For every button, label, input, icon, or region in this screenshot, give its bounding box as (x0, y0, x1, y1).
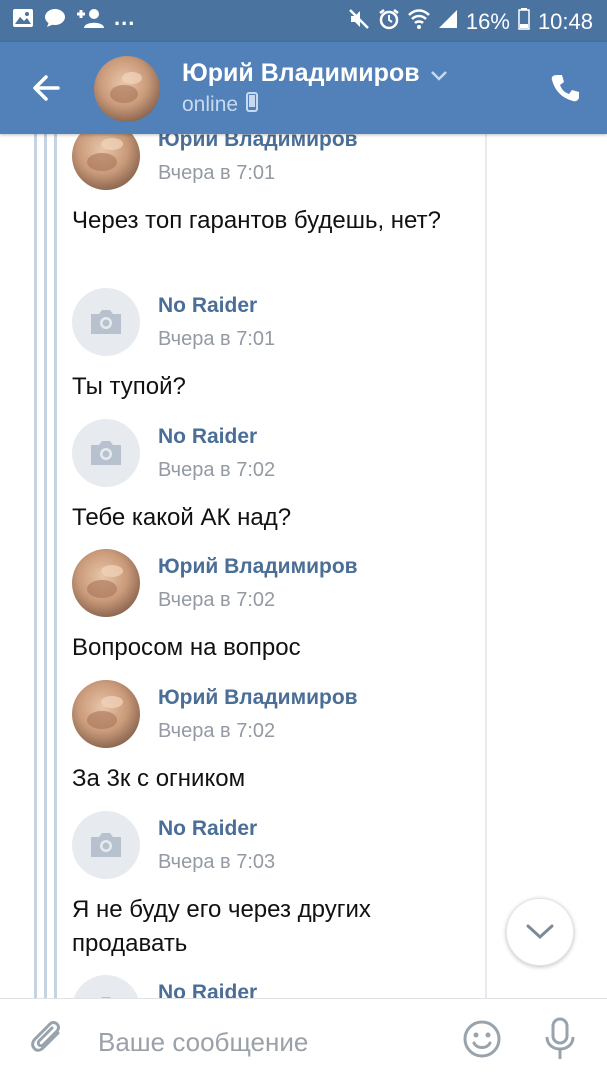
scroll-to-bottom-button[interactable] (506, 898, 574, 966)
sender-avatar[interactable] (72, 811, 140, 879)
sender-name[interactable]: No Raider (158, 981, 257, 998)
chevron-down-icon (526, 924, 554, 940)
message-input[interactable] (96, 1019, 440, 1065)
message-text: Я не буду его через других продавать (72, 896, 371, 957)
message-list[interactable]: Юрий Владимиров Вчера в 7:01 Через топ г… (0, 134, 607, 998)
message-text: Вопросом на вопрос (72, 634, 301, 661)
sender-avatar[interactable] (72, 549, 140, 617)
sender-name[interactable]: No Raider (158, 294, 257, 318)
voice-message-button[interactable] (542, 1017, 578, 1061)
sender-name[interactable]: No Raider (158, 817, 257, 841)
system-indicators: 16% 10:48 (348, 8, 593, 36)
alarm-icon (378, 8, 400, 36)
message-timestamp: Вчера в 7:02 (158, 459, 276, 481)
message-item[interactable]: Юрий Владимиров Вчера в 7:01 Через топ г… (72, 134, 482, 238)
sender-name[interactable]: No Raider (158, 425, 257, 449)
attach-button[interactable] (28, 1021, 68, 1061)
sender-name[interactable]: Юрий Владимиров (158, 555, 358, 579)
wifi-icon (408, 9, 430, 35)
forwarded-block-border (485, 134, 487, 998)
online-status-text: online (182, 93, 239, 116)
message-item[interactable]: Юрий Владимиров Вчера в 7:02 За 3к с огн… (72, 680, 482, 796)
contact-name: Юрий Владимиров (182, 59, 420, 87)
sender-avatar[interactable] (72, 134, 140, 190)
message-text: Через топ гарантов будешь, нет? (72, 207, 441, 234)
message-composer (0, 998, 607, 1081)
chevron-down-icon (430, 60, 448, 89)
chat-bubble-icon (44, 8, 66, 33)
battery-icon (518, 8, 530, 36)
mute-icon (348, 8, 370, 36)
back-arrow-icon (33, 75, 60, 101)
sender-avatar[interactable] (72, 288, 140, 356)
microphone-icon (545, 1017, 575, 1059)
signal-icon (438, 9, 458, 35)
forwarded-message-indicator (34, 134, 62, 998)
emoji-button[interactable] (462, 1019, 502, 1059)
camera-placeholder-icon (91, 310, 121, 334)
gallery-icon (12, 8, 34, 33)
message-timestamp: Вчера в 7:01 (158, 162, 276, 184)
message-text: Тебе какой АК над? (72, 504, 292, 531)
sender-name[interactable]: Юрий Владимиров (158, 686, 358, 710)
message-timestamp: Вчера в 7:02 (158, 589, 276, 611)
message-item[interactable]: No Raider (72, 975, 482, 998)
phone-icon (551, 75, 579, 102)
sender-avatar[interactable] (72, 419, 140, 487)
message-item[interactable]: No Raider Вчера в 7:01 Ты тупой? (72, 288, 482, 404)
notification-icons: ... (12, 4, 136, 33)
message-item[interactable]: No Raider Вчера в 7:03 Я не буду его чер… (72, 811, 482, 961)
message-timestamp: Вчера в 7:02 (158, 720, 276, 742)
status-bar: ... 16% 10:48 (0, 0, 607, 42)
message-text: Ты тупой? (72, 373, 186, 400)
message-item[interactable]: No Raider Вчера в 7:02 Тебе какой АК над… (72, 419, 482, 535)
more-notifications-indicator: ... (114, 4, 136, 30)
call-button[interactable] (549, 72, 581, 104)
mobile-device-icon (246, 92, 259, 118)
back-button[interactable] (26, 68, 66, 108)
paperclip-icon (31, 1021, 60, 1052)
message-item[interactable]: Юрий Владимиров Вчера в 7:02 Вопросом на… (72, 549, 482, 665)
chat-header: Юрий Владимиров online (0, 42, 607, 134)
sender-avatar[interactable] (72, 680, 140, 748)
smiley-icon (463, 1020, 501, 1058)
sender-avatar[interactable] (72, 975, 140, 998)
sender-name[interactable]: Юрий Владимиров (158, 134, 358, 152)
contact-name-dropdown[interactable]: Юрий Владимиров (182, 58, 448, 89)
camera-placeholder-icon (91, 833, 121, 857)
camera-placeholder-icon (91, 441, 121, 465)
battery-percent: 16% (465, 9, 510, 34)
message-timestamp: Вчера в 7:03 (158, 851, 276, 873)
contact-status: online (182, 92, 259, 118)
contact-avatar[interactable] (94, 56, 160, 122)
add-person-icon (76, 8, 104, 33)
clock: 10:48 (537, 9, 593, 34)
message-timestamp: Вчера в 7:01 (158, 328, 276, 350)
message-text: За 3к с огником (72, 765, 246, 792)
